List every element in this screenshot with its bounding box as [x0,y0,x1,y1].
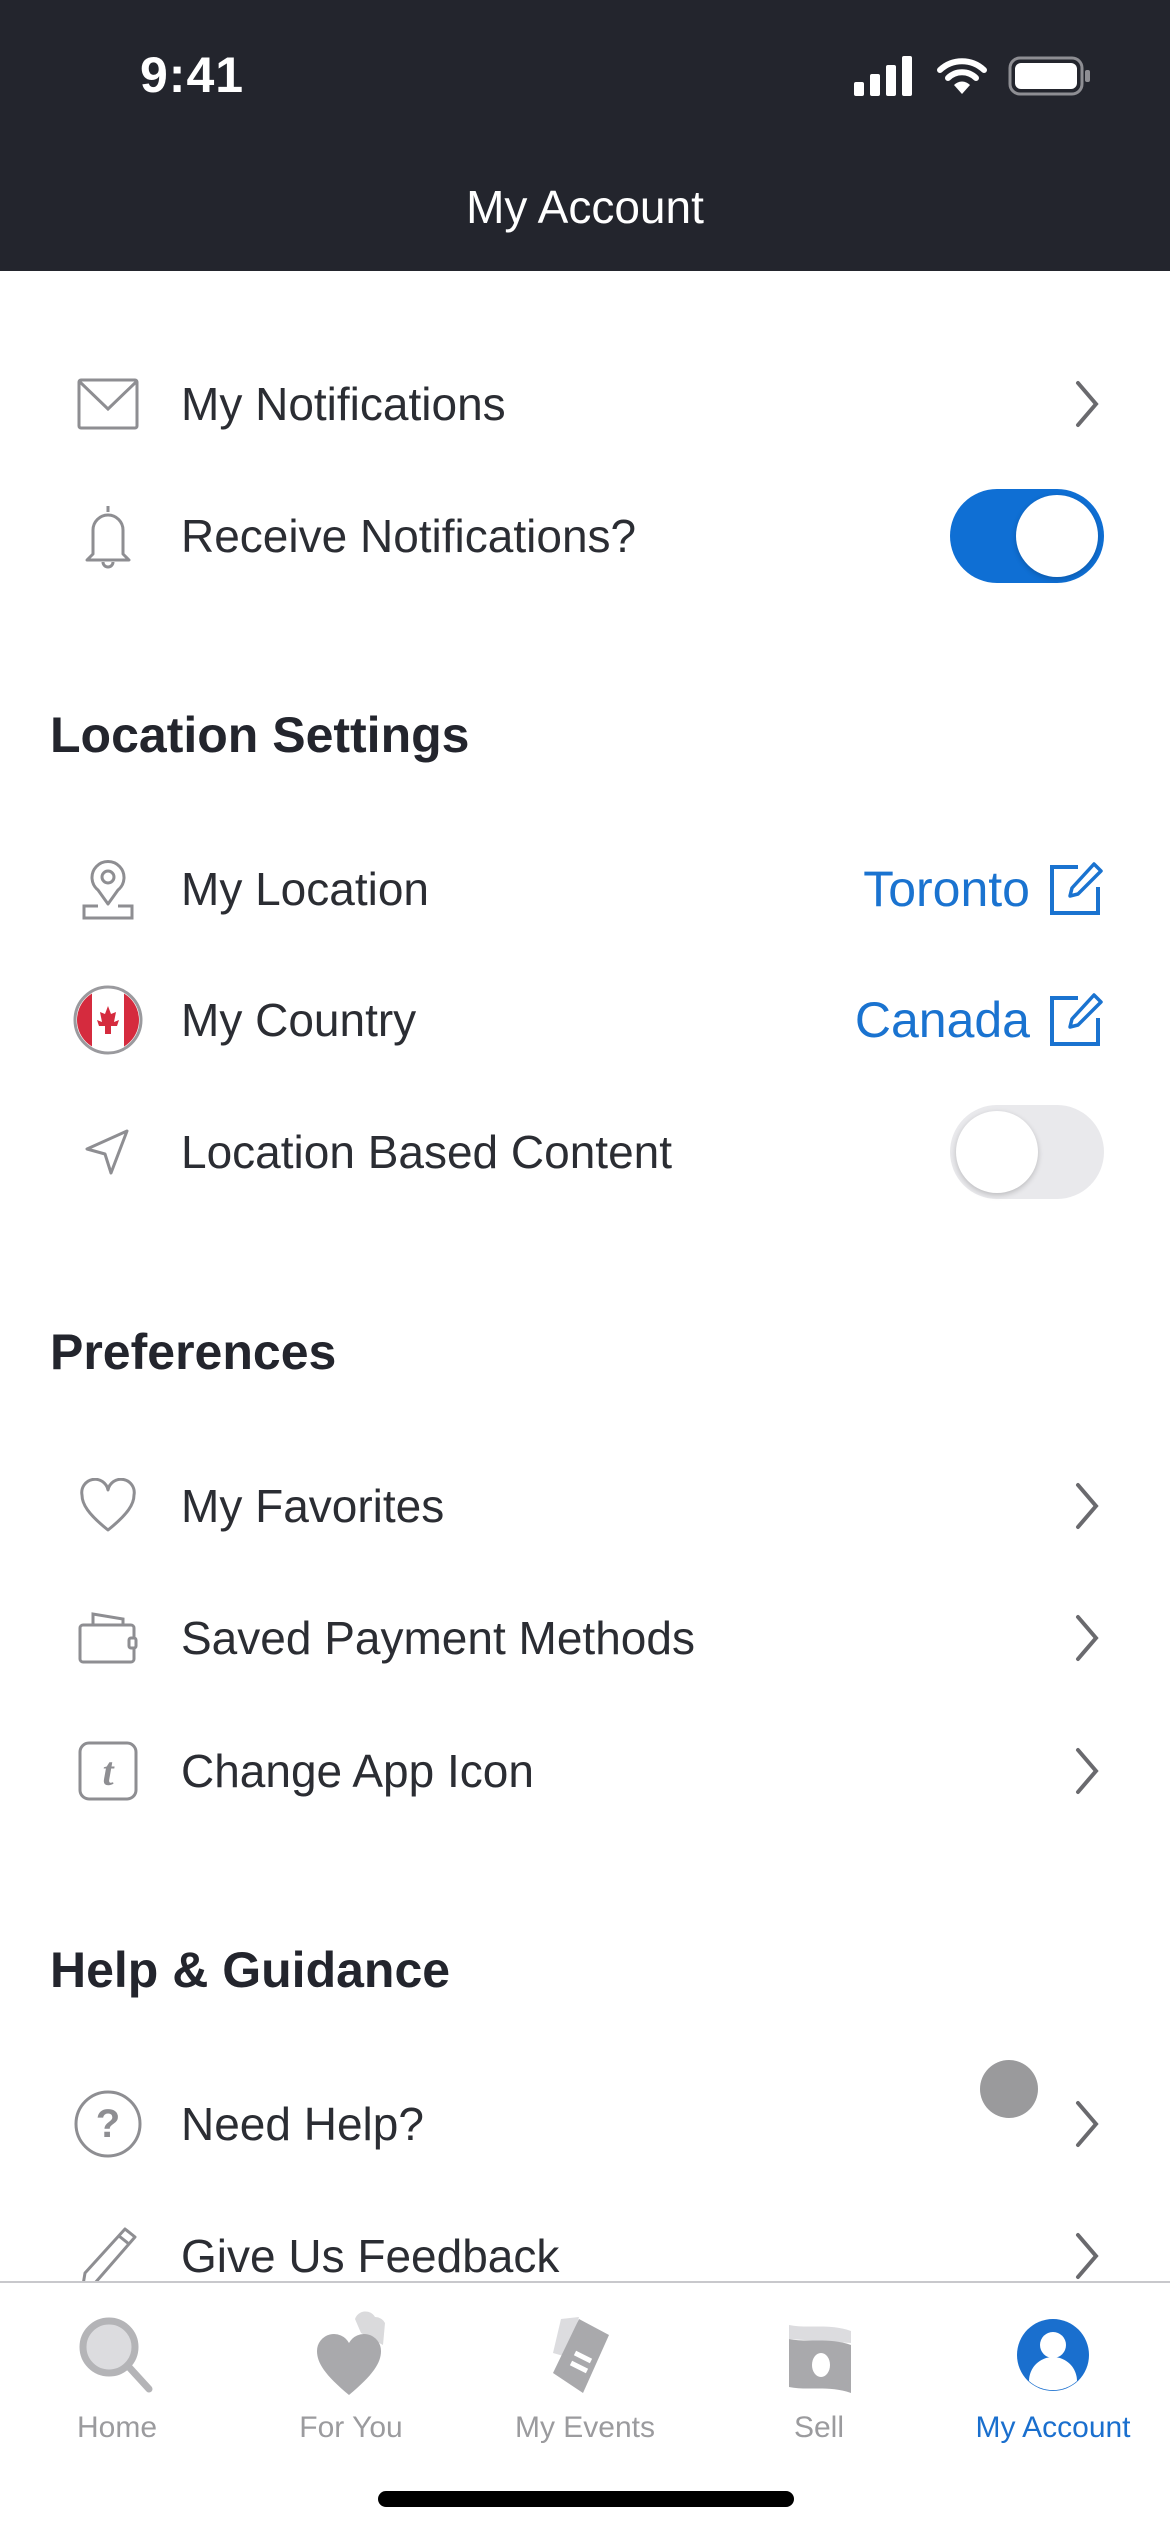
edit-icon[interactable] [1048,992,1104,1048]
question-glyph: ? [95,2101,121,2146]
touch-indicator-dot [980,2060,1038,2118]
section-title-help-guidance: Help & Guidance [50,1942,451,1998]
my-favorites-row[interactable]: My Favorites [0,1451,1170,1561]
tickets-icon [553,2317,609,2393]
my-location-label: My Location [181,863,430,915]
search-icon [79,2317,153,2393]
chevron-right-icon [1076,1615,1099,1661]
status-time: 9:41 [140,47,245,103]
hearts-icon [317,2311,385,2395]
cellular-signal-icon [854,56,912,96]
location-based-content-label: Location Based Content [181,1126,673,1178]
tab-my-account[interactable]: My Account [936,2299,1170,2459]
location-based-content-row: Location Based Content [0,1097,1170,1207]
app-icon-glyph: t [102,1748,114,1794]
my-location-row[interactable]: My Location Toronto [0,834,1170,944]
my-favorites-label: My Favorites [181,1480,445,1532]
header-bar: 9:41 My Account [0,0,1170,271]
wallet-icon [72,1602,144,1674]
saved-payment-methods-row[interactable]: Saved Payment Methods [0,1583,1170,1693]
bell-icon [72,500,144,572]
section-title-preferences: Preferences [50,1324,337,1380]
receive-notifications-row: Receive Notifications? [0,481,1170,591]
tab-label: Sell [793,2411,845,2444]
account-icon [1017,2319,1089,2391]
my-notifications-row[interactable]: My Notifications [0,349,1170,459]
my-country-label: My Country [181,994,417,1046]
my-country-value[interactable]: Canada [855,991,1030,1049]
give-feedback-label: Give Us Feedback [181,2230,560,2282]
change-app-icon-row[interactable]: t Change App Icon [0,1716,1170,1826]
location-pin-icon [72,853,144,925]
my-notifications-label: My Notifications [181,378,506,430]
app-icon-t-icon: t [72,1735,144,1807]
tab-label: My Account [975,2411,1131,2444]
heart-icon [72,1470,144,1542]
need-help-label: Need Help? [181,2098,424,2150]
toggle-knob [1016,495,1098,577]
tab-for-you[interactable]: For You [234,2299,468,2459]
tab-home[interactable]: Home [0,2299,234,2459]
canada-flag-icon [72,984,144,1056]
receive-notifications-label: Receive Notifications? [181,510,637,562]
tab-label: For You [299,2411,403,2444]
wifi-icon [937,58,987,94]
page-title: My Account [466,181,704,233]
tab-my-events[interactable]: My Events [468,2299,702,2459]
edit-icon[interactable] [1048,861,1104,917]
home-indicator [378,2491,794,2507]
chevron-right-icon [1076,2233,1099,2279]
toggle-knob [956,1111,1038,1193]
my-location-value[interactable]: Toronto [863,860,1030,918]
money-icon [789,2325,851,2393]
chevron-right-icon [1076,1483,1099,1529]
change-app-icon-label: Change App Icon [181,1745,534,1797]
saved-payment-methods-label: Saved Payment Methods [181,1612,695,1664]
location-based-content-toggle[interactable] [950,1105,1104,1199]
envelope-icon [72,368,144,440]
section-title-location-settings: Location Settings [50,707,470,763]
question-circle-icon: ? [72,2088,144,2160]
chevron-right-icon [1076,1748,1099,1794]
tab-label: My Events [514,2411,656,2444]
my-country-row[interactable]: My Country Canada [0,965,1170,1075]
tab-label: Home [76,2411,158,2444]
receive-notifications-toggle[interactable] [950,489,1104,583]
status-icons [854,56,1092,96]
tab-sell[interactable]: Sell [702,2299,936,2459]
chevron-right-icon [1076,2101,1099,2147]
battery-icon [1008,56,1090,96]
chevron-right-icon [1076,381,1099,427]
navigation-arrow-icon [72,1116,144,1188]
